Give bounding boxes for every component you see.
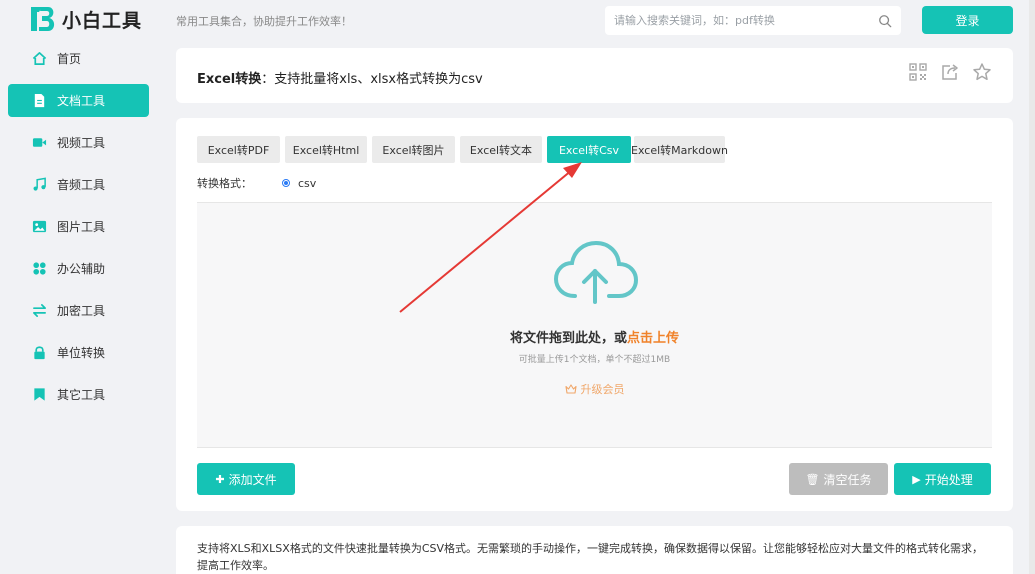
drop-instruction-text: 将文件拖到此处，或: [509, 331, 627, 346]
cloud-upload-icon: [553, 240, 639, 304]
upload-dropzone[interactable]: 将文件拖到此处，或点击上传 可批量上传1个文档，单个不超过1MB 升级会员: [197, 202, 992, 448]
sidebar-item-label: 首页: [57, 52, 82, 66]
start-processing-label: 开始处理: [924, 472, 973, 487]
search-box: [605, 6, 901, 35]
format-selector: 转换格式： csv: [197, 175, 316, 191]
sidebar-item-other-tools[interactable]: 其它工具: [8, 378, 149, 411]
trash-icon: 🗑: [805, 473, 820, 486]
click-upload-link[interactable]: 点击上传: [627, 331, 679, 346]
qrcode-icon[interactable]: [908, 62, 928, 82]
tab-excel-to-markdown[interactable]: Excel转Markdown: [631, 136, 728, 163]
upload-limit-note: 可批量上传1个文档，单个不超过1MB: [518, 355, 671, 365]
format-label: 转换格式：: [197, 177, 252, 190]
clear-tasks-label: 清空任务: [823, 472, 872, 487]
tab-excel-to-image[interactable]: Excel转图片: [372, 136, 455, 163]
sidebar-item-label: 图片工具: [57, 220, 106, 234]
crown-icon: [564, 384, 577, 394]
start-processing-button[interactable]: ▶ 开始处理: [894, 463, 991, 495]
top-header: 小白工具 常用工具集合，协助提升工作效率！ 登录: [0, 0, 1035, 40]
description-card: 支持将XLS和XLSX格式的文件快速批量转换为CSV格式。无需繁琐的手动操作，一…: [176, 526, 1013, 574]
page-scrollbar[interactable]: [1029, 0, 1035, 574]
upgrade-member-label: 升级会员: [580, 383, 625, 396]
sidebar-item-label: 单位转换: [57, 346, 106, 360]
sidebar-item-image-tools[interactable]: 图片工具: [8, 210, 149, 243]
sidebar-item-document-tools[interactable]: 文档工具: [8, 84, 149, 117]
page-title-rest: ：支持批量将xls、xlsx格式转换为csv: [261, 72, 483, 87]
login-button[interactable]: 登录: [922, 6, 1013, 34]
bookmark-icon: [33, 388, 45, 401]
plus-icon: ✚: [215, 473, 225, 486]
sidebar-item-label: 其它工具: [57, 388, 106, 402]
sidebar-item-audio-tools[interactable]: 音频工具: [8, 168, 149, 201]
tool-description: 支持将XLS和XLSX格式的文件快速批量转换为CSV格式。无需繁琐的手动操作，一…: [197, 542, 984, 572]
search-input[interactable]: [605, 6, 878, 35]
title-actions: [908, 62, 992, 82]
grid-icon: [32, 262, 46, 275]
drop-instruction: 将文件拖到此处，或点击上传: [197, 327, 992, 346]
sidebar-item-label: 音频工具: [57, 178, 106, 192]
logo-icon: [31, 7, 55, 31]
video-icon: [32, 138, 46, 147]
converter-panel: Excel转PDF Excel转Html Excel转图片 Excel转文本 E…: [176, 118, 1013, 511]
tab-excel-to-text[interactable]: Excel转文本: [460, 136, 542, 163]
format-option-label: csv: [298, 176, 317, 190]
sidebar-item-label: 文档工具: [57, 94, 106, 108]
add-file-label: 添加文件: [228, 472, 277, 487]
tab-excel-to-html[interactable]: Excel转Html: [285, 136, 367, 163]
brand-logo[interactable]: 小白工具: [28, 4, 142, 34]
title-card: Excel转换：支持批量将xls、xlsx格式转换为csv: [176, 48, 1013, 103]
add-file-button[interactable]: ✚ 添加文件: [197, 463, 295, 495]
upgrade-member-link[interactable]: 升级会员: [197, 381, 992, 397]
document-icon: [34, 93, 44, 108]
sidebar-item-encryption-tools[interactable]: 加密工具: [8, 294, 149, 327]
brand-name: 小白工具: [62, 9, 143, 32]
sidebar-item-label: 视频工具: [57, 136, 106, 150]
image-icon: [32, 220, 46, 233]
clear-tasks-button[interactable]: 🗑 清空任务: [789, 463, 888, 495]
sidebar-item-label: 加密工具: [57, 304, 106, 318]
home-icon: [32, 52, 46, 65]
sidebar: 首页 文档工具 视频工具 音频工具 图片工具 办公辅助 加密工具 单位转换 其它…: [8, 42, 149, 420]
lock-icon: [33, 346, 45, 360]
tab-excel-to-csv[interactable]: Excel转Csv: [547, 136, 631, 163]
share-icon[interactable]: [940, 62, 960, 82]
sidebar-item-label: 办公辅助: [57, 262, 106, 276]
tab-excel-to-pdf[interactable]: Excel转PDF: [197, 136, 280, 163]
search-icon[interactable]: [878, 14, 892, 28]
slogan: 常用工具集合，协助提升工作效率！: [176, 15, 352, 28]
sidebar-item-office-assist[interactable]: 办公辅助: [8, 252, 149, 285]
conversion-tabs: Excel转PDF Excel转Html Excel转图片 Excel转文本 E…: [197, 136, 730, 163]
sidebar-item-home[interactable]: 首页: [8, 42, 149, 75]
page-title: Excel转换：支持批量将xls、xlsx格式转换为csv: [197, 68, 483, 87]
page-title-bold: Excel转换: [197, 72, 262, 87]
sidebar-item-video-tools[interactable]: 视频工具: [8, 126, 149, 159]
music-icon: [33, 177, 46, 191]
csv-radio[interactable]: [282, 179, 290, 187]
play-icon: ▶: [912, 473, 921, 486]
swap-icon: [32, 304, 46, 317]
sidebar-item-unit-conversion[interactable]: 单位转换: [8, 336, 149, 369]
star-icon[interactable]: [972, 62, 992, 82]
